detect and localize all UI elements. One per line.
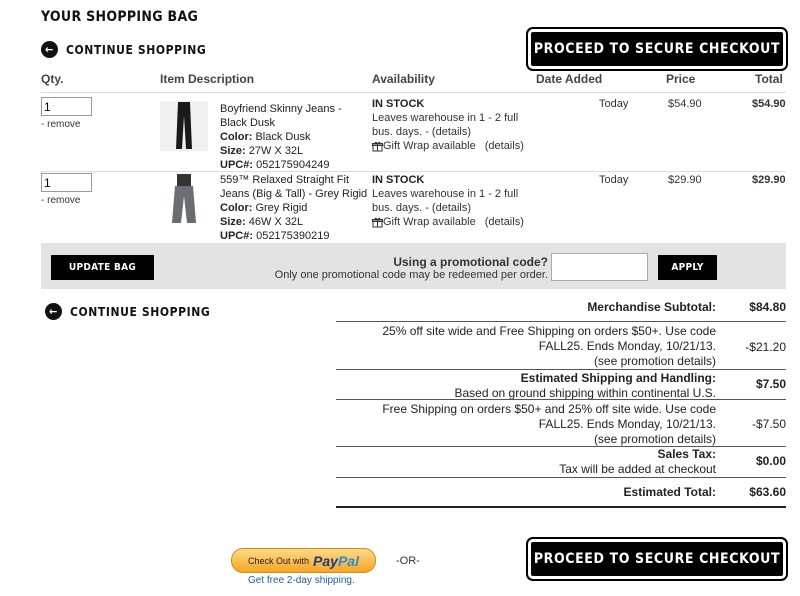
color-label: Color:: [220, 131, 253, 143]
tax-label: Sales Tax:: [657, 447, 716, 461]
paypal-check-out-text: Check Out with: [248, 555, 310, 566]
item-description: Boyfriend Skinny Jeans - Black Dusk Colo…: [220, 102, 370, 172]
promo-heading: Using a promotional code?: [393, 255, 548, 269]
estimated-total-label: Estimated Total:: [623, 485, 716, 499]
or-separator: -OR-: [396, 555, 420, 567]
remove-link[interactable]: - remove: [41, 119, 80, 130]
quantity-input[interactable]: [41, 173, 92, 192]
col-header-qty: Qty.: [41, 72, 64, 86]
summary-divider: [336, 369, 786, 370]
row-divider: [41, 171, 786, 172]
promo2-details-link[interactable]: (see promotion details): [345, 432, 716, 447]
product-image[interactable]: [160, 174, 208, 224]
update-bag-button[interactable]: UPDATE BAG: [51, 255, 154, 280]
availability-info: IN STOCK Leaves warehouse in 1 - 2 full …: [372, 97, 532, 153]
stock-status: IN STOCK: [372, 174, 425, 186]
item-upc: 052175904249: [256, 159, 330, 171]
col-header-price: Price: [666, 72, 696, 86]
continue-shopping-label: CONTINUE SHOPPING: [70, 304, 211, 319]
close-paren: ): [467, 202, 472, 214]
col-header-date-added: Date Added: [536, 72, 603, 86]
gift-details-link[interactable]: (details): [485, 215, 524, 229]
upc-label: UPC#:: [220, 230, 254, 242]
promo-note: Only one promotional code may be redeeme…: [274, 269, 548, 281]
gift-details-link[interactable]: (details): [485, 139, 524, 153]
paypal-logo: PayPal: [313, 552, 359, 569]
quantity-input[interactable]: [41, 97, 92, 116]
item-color: Grey Rigid: [255, 202, 308, 214]
shipping-value: $7.50: [755, 377, 786, 391]
shipping-label: Estimated Shipping and Handling:: [520, 371, 716, 385]
item-price: $54.90: [668, 98, 702, 110]
jeans-icon: [176, 102, 192, 149]
item-size: 27W X 32L: [248, 145, 304, 157]
size-label: Size:: [220, 216, 246, 228]
close-paren: ): [467, 126, 472, 138]
col-header-total: Total: [755, 72, 783, 86]
availability-info: IN STOCK Leaves warehouse in 1 - 2 full …: [372, 173, 532, 229]
shipping-info: Estimated Shipping and Handling: Based o…: [336, 371, 716, 401]
summary-divider: [336, 399, 786, 400]
summary-divider: [336, 321, 786, 322]
date-added: Today: [599, 98, 629, 110]
item-total: $54.90: [752, 98, 786, 110]
proceed-to-checkout-button-top[interactable]: PROCEED TO SECURE CHECKOUT: [526, 27, 788, 71]
item-upc: 052175390219: [256, 230, 330, 242]
promo1-discount: -$21.20: [745, 340, 786, 354]
paypal-free-shipping-link[interactable]: Get free 2-day shipping.: [248, 575, 355, 586]
date-added: Today: [599, 174, 629, 186]
header-divider: [41, 92, 786, 93]
promo2-description: Free Shipping on orders $50+ and 25% off…: [345, 402, 716, 447]
subtotal-value: $84.80: [749, 300, 786, 314]
back-arrow-icon: ←: [41, 41, 58, 58]
subtotal-label: Merchandise Subtotal:: [587, 300, 716, 314]
promo1-description: 25% off site wide and Free Shipping on o…: [345, 324, 716, 369]
details-link[interactable]: details: [436, 126, 468, 138]
jeans-icon: [172, 174, 196, 223]
col-header-item: Item Description: [160, 72, 255, 86]
summary-divider: [336, 477, 786, 478]
promo-code-input[interactable]: [551, 253, 648, 281]
item-description: 559™ Relaxed Straight Fit Jeans (Big & T…: [220, 173, 370, 243]
continue-shopping-label: CONTINUE SHOPPING: [66, 42, 207, 57]
paypal-checkout-button[interactable]: Check Out with PayPal: [231, 548, 376, 573]
gift-wrap-text: Gift Wrap available: [383, 140, 476, 152]
item-color: Black Dusk: [255, 131, 311, 143]
gift-wrap-text: Gift Wrap available: [383, 216, 476, 228]
summary-bottom-divider: [336, 506, 786, 508]
proceed-to-checkout-button-bottom[interactable]: PROCEED TO SECURE CHECKOUT: [526, 537, 788, 581]
item-name-link[interactable]: 559™ Relaxed Straight Fit Jeans (Big & T…: [220, 173, 370, 201]
estimated-total-value: $63.60: [749, 485, 786, 499]
page-title: YOUR SHOPPING BAG: [41, 9, 199, 25]
stock-status: IN STOCK: [372, 98, 425, 110]
product-image[interactable]: [160, 101, 208, 151]
upc-label: UPC#:: [220, 159, 254, 171]
item-price: $29.90: [668, 174, 702, 186]
col-header-availability: Availability: [372, 72, 435, 86]
promo2-discount: -$7.50: [751, 417, 786, 431]
promo1-details-link[interactable]: (see promotion details): [345, 354, 716, 369]
back-arrow-icon: ←: [45, 303, 62, 320]
continue-shopping-bottom[interactable]: ← CONTINUE SHOPPING: [45, 303, 210, 320]
tax-info: Sales Tax: Tax will be added at checkout: [336, 447, 716, 477]
size-label: Size:: [220, 145, 246, 157]
tax-value: $0.00: [755, 454, 786, 468]
item-size: 46W X 32L: [248, 216, 304, 228]
gift-icon: [372, 217, 383, 227]
color-label: Color:: [220, 202, 253, 214]
item-name-link[interactable]: Boyfriend Skinny Jeans - Black Dusk: [220, 102, 370, 130]
continue-shopping-top[interactable]: ← CONTINUE SHOPPING: [41, 41, 206, 58]
item-total: $29.90: [752, 174, 786, 186]
tax-note: Tax will be added at checkout: [559, 462, 716, 476]
remove-link[interactable]: - remove: [41, 195, 80, 206]
details-link[interactable]: details: [436, 202, 468, 214]
apply-promo-button[interactable]: APPLY: [658, 255, 717, 280]
gift-icon: [372, 141, 383, 151]
